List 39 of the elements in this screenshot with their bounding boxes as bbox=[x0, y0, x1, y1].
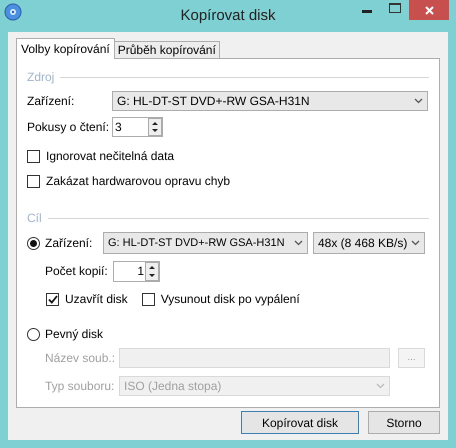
chevron-icon bbox=[414, 98, 423, 104]
spin-arrows-icon bbox=[148, 118, 162, 136]
spin-arrows-icon bbox=[145, 262, 159, 280]
field-label: Počet kopií: bbox=[45, 263, 109, 280]
chevron-icon bbox=[376, 383, 385, 389]
checkbox[interactable] bbox=[142, 292, 155, 306]
field-label: Typ souboru: bbox=[45, 378, 116, 395]
dialog-button[interactable]: Storno bbox=[368, 411, 440, 434]
checkbox[interactable] bbox=[46, 292, 59, 306]
tab[interactable]: Volby kopírování bbox=[16, 38, 115, 59]
maximize-icon[interactable] bbox=[389, 3, 401, 13]
checkbox[interactable] bbox=[27, 150, 40, 162]
tab[interactable]: Průběh kopírování bbox=[114, 41, 220, 58]
field-label: Pokusy o čtení: bbox=[27, 119, 110, 136]
field-label: Zařízení: bbox=[27, 93, 76, 110]
device-dropdown[interactable]: G: HL-DT-ST DVD+-RW GSA-H31N bbox=[103, 232, 308, 254]
filename-field[interactable] bbox=[119, 348, 390, 368]
copies-spinbox[interactable]: 1 bbox=[113, 260, 160, 282]
checkbox-label: Vysunout disk po vypálení bbox=[160, 291, 300, 308]
checkbox-label: Uzavřít disk bbox=[65, 291, 128, 308]
retries-spinbox[interactable]: 3 bbox=[112, 117, 163, 137]
close-button[interactable] bbox=[409, 0, 449, 20]
field-label: Název soub.: bbox=[45, 350, 116, 367]
checkbox[interactable] bbox=[27, 174, 40, 188]
window-title: Kopírovat disk bbox=[179, 6, 277, 26]
checkbox-label: Zakázat hardwarovou opravu chyb bbox=[46, 173, 230, 190]
radio-label: Zařízení: bbox=[45, 235, 94, 252]
checkbox-label: Ignorovat nečitelná data bbox=[46, 148, 174, 165]
dialog-button[interactable]: Kopírovat disk bbox=[241, 411, 359, 434]
radio-button[interactable] bbox=[27, 236, 40, 250]
chevron-icon bbox=[294, 240, 303, 246]
device-dropdown[interactable]: G: HL-DT-ST DVD+-RW GSA-H31N bbox=[112, 91, 428, 111]
section-heading: Zdroj bbox=[27, 69, 54, 86]
close-icon bbox=[424, 6, 434, 14]
section-heading: Cíl bbox=[27, 210, 42, 227]
speed-dropdown[interactable]: 48x (8 468 KB/s) bbox=[313, 232, 425, 254]
disc-icon bbox=[4, 3, 22, 21]
chevron-icon bbox=[411, 240, 420, 246]
radio-label: Pevný disk bbox=[45, 326, 104, 343]
